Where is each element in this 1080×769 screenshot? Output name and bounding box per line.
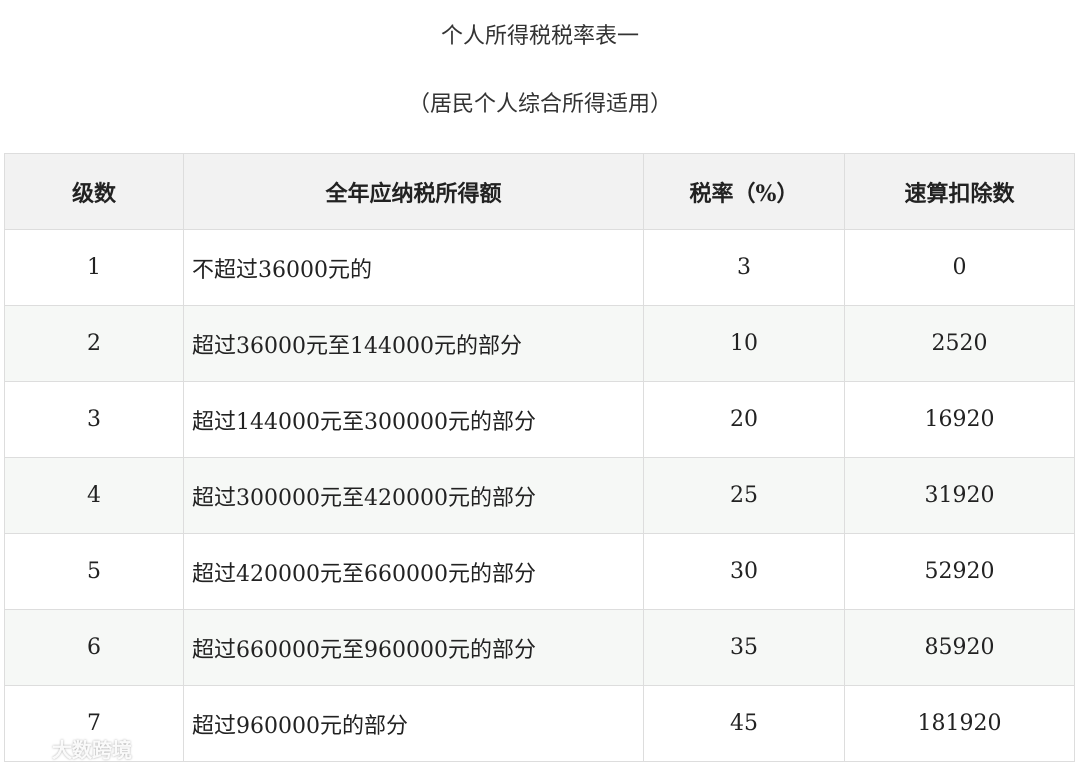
cell-quick-deduction: 0 [844, 229, 1075, 306]
cell-quick-deduction: 16920 [844, 381, 1075, 458]
cell-level: 6 [4, 609, 184, 686]
table-row: 2 超过36000元至144000元的部分 10 2520 [4, 305, 1075, 382]
page-title: 个人所得税税率表一 [440, 24, 639, 49]
cell-tax-rate: 25 [643, 457, 845, 534]
cell-tax-rate: 20 [643, 381, 845, 458]
cell-quick-deduction: 85920 [844, 609, 1075, 686]
table-row: 3 超过144000元至300000元的部分 20 16920 [4, 381, 1075, 458]
table-row: 4 超过300000元至420000元的部分 25 31920 [4, 457, 1075, 534]
cell-level: 3 [4, 381, 184, 458]
table-row: 5 超过420000元至660000元的部分 30 52920 [4, 533, 1075, 610]
cell-quick-deduction: 2520 [844, 305, 1075, 382]
cell-quick-deduction: 52920 [844, 533, 1075, 610]
cell-income-range: 超过144000元至300000元的部分 [183, 381, 644, 458]
watermark-text: 大数跨境 [52, 738, 132, 762]
table-row: 1 不超过36000元的 3 0 [4, 229, 1075, 306]
cell-level: 4 [4, 457, 184, 534]
brand-logo-icon [6, 736, 46, 762]
header-taxable-income: 全年应纳税所得额 [183, 153, 644, 230]
cell-quick-deduction: 31920 [844, 457, 1075, 534]
header-level: 级数 [4, 153, 184, 230]
cell-income-range: 超过660000元至960000元的部分 [183, 609, 644, 686]
cell-tax-rate: 3 [643, 229, 845, 306]
cell-tax-rate: 30 [643, 533, 845, 610]
table-row: 7 超过960000元的部分 45 181920 [4, 685, 1075, 762]
cell-income-range: 超过300000元至420000元的部分 [183, 457, 644, 534]
header-quick-deduction: 速算扣除数 [844, 153, 1075, 230]
cell-income-range: 超过36000元至144000元的部分 [183, 305, 644, 382]
table-header-row: 级数 全年应纳税所得额 税率（%） 速算扣除数 [4, 153, 1075, 230]
header-tax-rate: 税率（%） [643, 153, 845, 230]
cell-level: 2 [4, 305, 184, 382]
cell-income-range: 不超过36000元的 [183, 229, 644, 306]
cell-income-range: 超过420000元至660000元的部分 [183, 533, 644, 610]
cell-tax-rate: 45 [643, 685, 845, 762]
cell-income-range: 超过960000元的部分 [183, 685, 644, 762]
watermark: 大数跨境 [6, 734, 132, 763]
cell-tax-rate: 35 [643, 609, 845, 686]
cell-quick-deduction: 181920 [844, 685, 1075, 762]
table-row: 6 超过660000元至960000元的部分 35 85920 [4, 609, 1075, 686]
cell-level: 1 [4, 229, 184, 306]
cell-tax-rate: 10 [643, 305, 845, 382]
tax-rate-table: 级数 全年应纳税所得额 税率（%） 速算扣除数 1 不超过36000元的 3 0… [4, 153, 1075, 762]
page-subtitle: （居民个人综合所得适用） [407, 92, 672, 117]
cell-level: 5 [4, 533, 184, 610]
